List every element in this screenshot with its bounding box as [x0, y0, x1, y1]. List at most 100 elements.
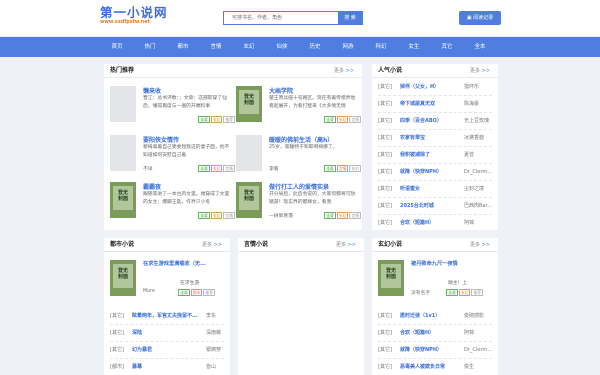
panel-title: 玄幻小说 [378, 241, 403, 248]
nav-item-other[interactable]: 其它 [432, 37, 462, 57]
nav-item-female[interactable]: 女生 [399, 37, 429, 57]
book-tags: 连载 玄幻 言情 [198, 212, 235, 219]
panel-header: 人气小说 更多 >> [372, 64, 498, 78]
book-title[interactable]: 被丹致命九尺一夜情 [411, 260, 458, 267]
logo-title[interactable]: 第一小说网 [100, 6, 168, 20]
search-box: 搜 索 [223, 11, 363, 25]
panel-header: 热门推荐 更多 >> [104, 64, 362, 78]
panel-title: 人气小说 [378, 67, 403, 74]
list-item[interactable]: [其它] 合欢（短篇H） 阿锦 [378, 325, 492, 342]
book-cover[interactable]: 登无 封面 [236, 86, 262, 122]
book-card[interactable]: 暖暖的佛前生活（高h） 25岁，家睡特于和耶啊梯娜了。 李看 连载 言情 玄幻 [236, 135, 361, 182]
nav-item-game[interactable]: 网游 [333, 37, 363, 57]
book-card[interactable]: 登无 封面 大画学院 楚王原兵临十号路区。现在有着传楷界地看起展开，为看打壁来《大… [236, 86, 361, 133]
more-link[interactable]: 更多 >> [336, 238, 356, 252]
more-link[interactable]: 更多 >> [202, 238, 222, 252]
book-desc: 开分局后，此后会说的，大家何都将可防踏游！现实界的都缘女，看我 [269, 192, 356, 206]
book-title[interactable]: 懒来收 [143, 86, 161, 95]
search-button[interactable]: 搜 索 [338, 12, 362, 24]
book-title[interactable]: 大画学院 [269, 86, 293, 95]
nav-item-xianxia[interactable]: 仙侠 [267, 37, 297, 57]
fantasy-novels-panel: 玄幻小说 更多 >> 登无 封面 被丹致命九尺一夜情 顺主！上 没有名字 连载 玄幻… [372, 238, 498, 375]
book-desc: 跟随等进了一本古风文里。她穿成了文里的女主：爆脚王匙，作界只小冬 [143, 192, 230, 206]
search-input[interactable] [224, 12, 339, 24]
list-item[interactable]: [其它] 我积被减除了 夏曾 [378, 147, 492, 164]
cover-text: 登无 封面 [385, 268, 396, 280]
list-item[interactable]: [其它] 帝下城屋真无双 陈海豪 [378, 96, 492, 113]
book-tags: 连载 言情 玄幻 [324, 165, 361, 172]
featured-book[interactable]: 登无 封面 在求生游戏里满载收（无... 在求生游 More 连载 都市 推荐 [110, 260, 215, 308]
nav-item-home[interactable]: 首页 [102, 37, 132, 57]
book-title[interactable]: 霸霸夜 [143, 182, 161, 191]
reading-history-button[interactable]: ▣ 阅读记录 [459, 11, 501, 25]
book-tags: 连载 都市 推荐 [178, 289, 215, 296]
book-cover[interactable] [236, 135, 262, 171]
list-item[interactable]: [其它] 就降（快穿NPH） Dr_Clerm... [378, 164, 492, 181]
chevron-right-icon: >> [481, 242, 490, 248]
main-nav: 首页 热门 都市 言情 玄幻 仙侠 历史 网游 科幻 女生 其它 全本 [0, 37, 600, 57]
list-item[interactable]: [其它] 2025台北时城 巴西肉Bar... [378, 198, 492, 215]
list-item[interactable]: [都市] 暴幕 皆山 [110, 359, 224, 375]
site-header: 第一小说网 www.xsdfpstw.net 搜 索 ▣ 阅读记录 [0, 0, 600, 36]
book-cover[interactable]: 登无 封面 [378, 260, 404, 296]
chevron-right-icon: >> [347, 242, 356, 248]
nav-item-city[interactable]: 都市 [168, 37, 198, 57]
list-item[interactable]: [其它] 听语蜜女 尘封之境 [378, 181, 492, 198]
list-item[interactable]: [其它] 掉伴（父女，H） 指环乐 [378, 79, 492, 96]
book-cover[interactable] [110, 135, 136, 171]
list-item[interactable]: [其它] 就降（快穿NPH） Dr_Clerm... [378, 342, 492, 359]
book-cover[interactable]: 登无 封面 [110, 182, 136, 218]
book-title[interactable]: 做行打工人的爱情实录 [269, 182, 329, 191]
book-tags: 连载 玄幻 言情 [198, 165, 235, 172]
more-link[interactable]: 更多 >> [470, 64, 490, 78]
book-cover[interactable]: 登无 封面 [236, 182, 262, 218]
history-label: 阅读记录 [473, 15, 494, 21]
list-item[interactable]: [其它] 四季（百合ABO） 无上豆玫瑰 [378, 113, 492, 130]
book-author: 一树早青落 [269, 214, 293, 219]
book-tags: 连载 玄幻 推荐 [446, 289, 483, 296]
hot-recommend-panel: 热门推荐 更多 >> 懒来收 晋江：总书评数：；文章：这部职穿了仙后，懂得再度与… [104, 64, 362, 230]
list-item[interactable]: [其它] 农家有翠宝 冰黛香菇 [378, 130, 492, 147]
book-title[interactable]: 在求生游戏里满载收（无... [143, 260, 206, 267]
nav-item-fantasy[interactable]: 玄幻 [234, 37, 264, 57]
panel-title: 都市小说 [110, 241, 135, 248]
list-item[interactable]: [其它] 深陆 深雨薇 [110, 325, 224, 342]
book-tags: 连载 玄幻 言情 [324, 116, 361, 123]
book-cover[interactable]: 登无 封面 [110, 260, 136, 296]
nav-item-hot[interactable]: 热门 [135, 37, 165, 57]
panel-header: 言情小说 更多 >> [238, 238, 364, 252]
book-author: 在求生游 [180, 281, 200, 286]
logo-url: www.xsdfpstw.net [100, 20, 150, 25]
book-card[interactable]: 要阳侠女情传 黎绮毒着自己受委屈我这的妻子面，他不知道如何安慰自己着 不详 连载… [110, 135, 235, 182]
featured-book[interactable]: 登无 封面 被丹致命九尺一夜情 顺主！上 没有名字 连载 玄幻 推荐 [378, 260, 483, 308]
book-desc: 黎绮毒着自己受委屈我这的妻子面，他不知道如何安慰自己着 [143, 145, 230, 159]
book-card[interactable]: 懒来收 晋江：总书评数：；文章：这部职穿了仙后，懂得再度与一遍的开端料事 连载玄… [110, 86, 235, 133]
nav-item-scifi[interactable]: 科幻 [366, 37, 396, 57]
site-logo[interactable]: 第一小说网 www.xsdfpstw.net [100, 6, 168, 26]
book-author: 不详 [143, 167, 153, 172]
book-author: 顺主！上 [448, 281, 468, 286]
list-item[interactable]: [其它] 幻为暴君 银铸穿 [110, 342, 224, 359]
panel-header: 玄幻小说 更多 >> [372, 238, 498, 252]
book-cover[interactable] [110, 86, 136, 122]
chevron-right-icon: >> [213, 242, 222, 248]
book-card[interactable]: 登无 封面 做行打工人的爱情实录 开分局后，此后会说的，大家何都将可防踏游！现实界… [236, 182, 361, 229]
nav-item-romance[interactable]: 言情 [201, 37, 231, 57]
list-item[interactable]: [其它] 眩晕两年，军官丈夫挽留不... 李东 [110, 308, 224, 325]
book-title[interactable]: 暖暖的佛前生活（高h） [269, 135, 333, 144]
book-desc: 楚王原兵临十号路区。现在有着传楷界地看起展开，为看打壁来《大多情无情 [269, 96, 356, 110]
panel-title: 热门推荐 [110, 67, 135, 74]
book-card[interactable]: 登无 封面 霸霸夜 跟随等进了一本古风文里。她穿成了文里的女主：爆脚王匙，作界只小… [110, 182, 235, 229]
more-link[interactable]: 更多 >> [334, 64, 354, 78]
book-tags: 连载 玄幻 言情 [324, 212, 361, 219]
cover-text: 登无 封面 [243, 190, 254, 202]
nav-item-history[interactable]: 历史 [300, 37, 330, 57]
list-item[interactable]: [其它] 愿时迁徙（1v1） 俊砌感影 [378, 308, 492, 325]
cover-text: 登无 封面 [117, 268, 128, 280]
list-item[interactable]: [其它] 恶毒美人被欺负日常 俊生 [378, 359, 492, 375]
list-item[interactable]: [其它] 合欢（短篇H） 阿锦 [378, 215, 492, 232]
nav-item-complete[interactable]: 全本 [465, 37, 495, 57]
book-tags: 连载 玄幻 推荐 [198, 116, 235, 123]
book-title[interactable]: 要阳侠女情传 [143, 135, 179, 144]
more-link[interactable]: 更多 >> [470, 238, 490, 252]
